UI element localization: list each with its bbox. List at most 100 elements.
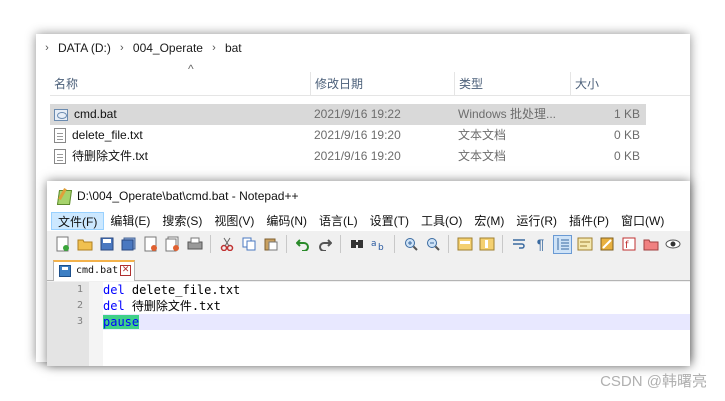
line-number-gutter: 1 2 3: [47, 282, 89, 366]
breadcrumb-folder-bat[interactable]: bat: [221, 41, 246, 55]
folder-as-workspace-icon[interactable]: [641, 235, 660, 254]
code-text: delete_file.txt: [124, 283, 241, 297]
close-tab-icon[interactable]: ✕: [120, 265, 132, 276]
show-all-characters-icon[interactable]: ¶: [531, 235, 550, 254]
keyword-highlighted: pause: [103, 315, 140, 329]
code-text: 待删除文件.txt: [124, 299, 221, 313]
file-name: 待删除文件.txt: [72, 149, 149, 163]
redo-icon[interactable]: [315, 235, 334, 254]
find-icon[interactable]: [347, 235, 366, 254]
file-type: Windows 批处理...: [458, 107, 557, 121]
bat-file-icon: [54, 108, 68, 121]
function-list-icon[interactable]: f: [619, 235, 638, 254]
copy-icon[interactable]: [239, 235, 258, 254]
column-header-name[interactable]: 名称: [50, 72, 310, 96]
undo-icon[interactable]: [293, 235, 312, 254]
title-bar[interactable]: D:\004_Operate\bat\cmd.bat - Notepad++: [47, 181, 690, 211]
svg-text:f: f: [625, 240, 629, 251]
chevron-right-icon[interactable]: ›: [115, 42, 129, 54]
tab-cmd-bat[interactable]: cmd.bat ✕: [53, 260, 136, 281]
code-line-current[interactable]: pause: [103, 314, 690, 330]
file-row-delete-file-txt[interactable]: delete_file.txt 2021/9/16 19:20 文本文档 0 K…: [50, 125, 646, 146]
keyword: del: [103, 299, 125, 313]
sync-horizontal-icon[interactable]: [477, 235, 496, 254]
fold-margin: [89, 282, 103, 366]
save-all-icon[interactable]: [119, 235, 138, 254]
document-map-icon[interactable]: [597, 235, 616, 254]
tab-label: cmd.bat: [76, 265, 119, 276]
menu-file[interactable]: 文件(F): [51, 212, 105, 230]
toolbar-separator: [286, 235, 287, 253]
column-header-type[interactable]: 类型: [454, 72, 570, 96]
save-icon[interactable]: [97, 235, 116, 254]
monitoring-icon[interactable]: [663, 235, 682, 254]
menu-encoding[interactable]: 编码(N): [260, 212, 313, 230]
menu-macro[interactable]: 宏(M): [468, 212, 510, 230]
notepad-plus-plus-window: D:\004_Operate\bat\cmd.bat - Notepad++ 文…: [47, 181, 690, 366]
menu-tools[interactable]: 工具(O): [415, 212, 468, 230]
menu-search[interactable]: 搜索(S): [156, 212, 208, 230]
menu-language[interactable]: 语言(L): [313, 212, 364, 230]
print-icon[interactable]: [185, 235, 204, 254]
breadcrumb: › DATA (D:) › 004_Operate › bat: [36, 34, 690, 62]
menu-settings[interactable]: 设置(T): [364, 212, 415, 230]
sync-vertical-icon[interactable]: [455, 235, 474, 254]
file-size: 0 KB: [613, 128, 640, 142]
open-file-icon[interactable]: [75, 235, 94, 254]
close-all-icon[interactable]: [163, 235, 182, 254]
keyword: del: [103, 283, 125, 297]
file-name: delete_file.txt: [72, 128, 143, 142]
file-modified: 2021/9/16 19:20: [314, 149, 401, 163]
window-title: D:\004_Operate\bat\cmd.bat - Notepad++: [77, 189, 299, 203]
close-icon[interactable]: [141, 235, 160, 254]
column-header-size[interactable]: 大小: [570, 72, 650, 96]
code-area[interactable]: del delete_file.txt del 待删除文件.txt pause: [103, 282, 690, 330]
file-name: cmd.bat: [74, 107, 117, 121]
watermark: CSDN @韩曙亮: [600, 373, 707, 390]
menu-edit[interactable]: 编辑(E): [104, 212, 156, 230]
file-modified: 2021/9/16 19:22: [314, 107, 401, 121]
line-number: 3: [76, 316, 83, 327]
line-number: 2: [76, 300, 83, 311]
menu-run[interactable]: 运行(R): [510, 212, 563, 230]
menu-view[interactable]: 视图(V): [208, 212, 260, 230]
menu-window[interactable]: 窗口(W): [615, 212, 670, 230]
zoom-out-icon[interactable]: [423, 235, 442, 254]
menu-plugins[interactable]: 插件(P): [563, 212, 615, 230]
breadcrumb-folder-operate[interactable]: 004_Operate: [129, 41, 207, 55]
chevron-right-icon[interactable]: ›: [207, 42, 221, 54]
file-row-cmd-bat[interactable]: cmd.bat 2021/9/16 19:22 Windows 批处理... 1…: [50, 104, 646, 125]
text-file-icon: [54, 128, 66, 143]
line-number: 1: [76, 284, 83, 295]
toolbar-separator: [394, 235, 395, 253]
code-line[interactable]: del delete_file.txt: [103, 282, 690, 298]
file-type: 文本文档: [458, 128, 507, 142]
replace-icon[interactable]: ab: [369, 235, 388, 254]
file-type: 文本文档: [458, 149, 507, 163]
text-file-icon: [54, 149, 66, 164]
indent-guide-icon[interactable]: [553, 234, 572, 254]
toolbar-separator: [448, 235, 449, 253]
file-list: cmd.bat 2021/9/16 19:22 Windows 批处理... 1…: [50, 104, 646, 167]
new-file-icon[interactable]: [53, 235, 72, 254]
word-wrap-icon[interactable]: [509, 235, 528, 254]
file-size: 0 KB: [613, 149, 640, 163]
breadcrumb-drive[interactable]: DATA (D:): [54, 41, 115, 55]
saved-file-icon: [59, 265, 71, 277]
paste-icon[interactable]: [261, 235, 280, 254]
file-modified: 2021/9/16 19:20: [314, 128, 401, 142]
code-line[interactable]: del 待删除文件.txt: [103, 298, 690, 314]
svg-text:b: b: [378, 243, 384, 251]
cut-icon[interactable]: [217, 235, 236, 254]
chevron-right-icon[interactable]: ›: [40, 42, 54, 54]
file-size: 1 KB: [613, 107, 640, 121]
file-name-cell: 待删除文件.txt: [54, 146, 148, 167]
column-header-row: ^ 名称 修改日期 类型 大小: [50, 62, 690, 96]
user-defined-language-icon[interactable]: [575, 235, 594, 254]
file-name-cell: cmd.bat: [54, 104, 117, 125]
zoom-in-icon[interactable]: [401, 235, 420, 254]
file-row-pending-delete-txt[interactable]: 待删除文件.txt 2021/9/16 19:20 文本文档 0 KB: [50, 146, 646, 167]
code-editor[interactable]: 1 2 3 del delete_file.txt del 待删除文件.txt …: [47, 282, 690, 366]
column-header-modified[interactable]: 修改日期: [310, 72, 454, 96]
toolbar: ab ¶ f: [47, 232, 690, 256]
